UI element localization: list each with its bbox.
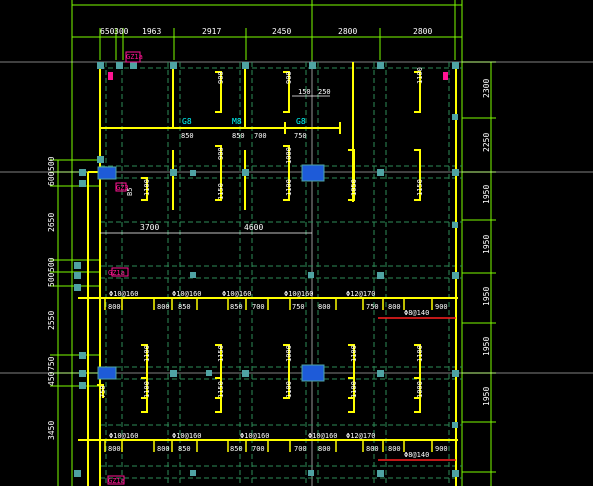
wall-label-21: 750 (99, 385, 107, 398)
slab-2-9: 800 (388, 445, 401, 453)
slab-2-6: 700 (294, 445, 307, 453)
rebar-2-6: Φ8@140 (404, 451, 429, 459)
right-dim-5: 1950 (482, 287, 491, 306)
top-dim-1: 650 (100, 27, 115, 36)
rebar-1-3: Φ10@160 (222, 290, 252, 298)
wall-label-3: 850 (181, 132, 194, 140)
span-dim-2: 250 (318, 88, 331, 96)
slab-1-8: 750 (366, 303, 379, 311)
slab-2-3: 850 (178, 445, 191, 453)
wall-label-10: 1100 (285, 179, 293, 196)
slab-2-5: 700 (252, 445, 265, 453)
top-dim-2: 300 (114, 27, 129, 36)
top-dim-4: 2917 (202, 27, 221, 36)
beam-label-3: G8 (296, 117, 306, 126)
wall-label-24: 1000 (416, 381, 424, 398)
slab-1-1: 800 (108, 303, 121, 311)
wall-label-25: 1100 (416, 67, 424, 84)
small-label-b5-1: B5 (126, 188, 134, 196)
rebar-1-5: Φ12@170 (346, 290, 376, 298)
wall-label-14: 1100 (143, 345, 151, 362)
wall-label-23: 1100 (350, 381, 358, 398)
beam-label-1: G8 (182, 117, 192, 126)
wall-label-7: 1150 (217, 183, 225, 200)
left-dim-5: 500 (47, 272, 56, 287)
slab-2-4: 850 (230, 445, 243, 453)
tag-2: GZ1a (108, 269, 125, 277)
right-dim-3: 1950 (482, 185, 491, 204)
wall-label-12: 1150 (416, 179, 424, 196)
wall-label-1: 900 (217, 71, 225, 84)
slab-1-10: 900 (435, 303, 448, 311)
slab-1-7: 800 (318, 303, 331, 311)
left-dim-2: 600 (47, 171, 56, 186)
slab-1-5: 700 (252, 303, 265, 311)
right-dim-1: 2300 (482, 79, 491, 98)
wall-label-4: 900 (217, 147, 225, 160)
rebar-1-4: Φ10@160 (284, 290, 314, 298)
rebar-1-2: Φ10@160 (172, 290, 202, 298)
wall-label-13: 750 (294, 132, 307, 140)
span-dim-4: 4600 (244, 223, 263, 232)
rebar-2-4: Φ10@160 (308, 432, 338, 440)
slab-2-1: 800 (108, 445, 121, 453)
rebar-2-5: Φ12@170 (346, 432, 376, 440)
left-dim-3: 2650 (47, 213, 56, 232)
wall-label-15: 1100 (143, 381, 151, 398)
beam-label-2: M8 (232, 117, 242, 126)
wall-label-20: 1150 (217, 345, 225, 362)
wall-label-9: 1000 (285, 147, 293, 164)
right-dim-6: 1950 (482, 337, 491, 356)
span-dim-1: 150 (298, 88, 311, 96)
slab-1-4: 850 (230, 303, 243, 311)
top-dim-7: 2800 (413, 27, 432, 36)
left-dim-9: 3450 (47, 421, 56, 440)
wall-label-17: 1000 (285, 345, 293, 362)
slab-2-7: 800 (318, 445, 331, 453)
wall-label-5: 700 (254, 132, 267, 140)
rebar-2-3: Φ10@160 (240, 432, 270, 440)
top-dim-6: 2800 (338, 27, 357, 36)
top-dim-5: 2450 (272, 27, 291, 36)
wall-label-16: 1150 (217, 381, 225, 398)
rebar-1-1: Φ10@160 (109, 290, 139, 298)
rebar-2-1: Φ10@160 (109, 432, 139, 440)
slab-1-6: 750 (292, 303, 305, 311)
slab-2-2: 800 (157, 445, 170, 453)
left-dim-8: 450 (47, 371, 56, 386)
left-dim-1: 500 (47, 156, 56, 171)
right-dim-7: 1950 (482, 387, 491, 406)
left-dim-6: 2550 (47, 311, 56, 330)
wall-label-19: 1100 (416, 345, 424, 362)
right-dim-2: 2250 (482, 133, 491, 152)
right-dim-4: 1950 (482, 235, 491, 254)
wall-label-22: 1100 (350, 345, 358, 362)
slab-1-2: 800 (157, 303, 170, 311)
slab-2-8: 800 (366, 445, 379, 453)
top-dim-3: 1963 (142, 27, 161, 36)
span-dim-3: 3700 (140, 223, 159, 232)
slab-1-9: 800 (388, 303, 401, 311)
cad-drawing: 650 300 1963 2917 2450 2800 2800 2300 22… (0, 0, 593, 486)
left-dim-7: 750 (47, 356, 56, 371)
wall-label-11: 1050 (350, 179, 358, 196)
left-dim-4: 500 (47, 257, 56, 272)
wall-label-2: 900 (285, 71, 293, 84)
rebar-1-6: Φ8@140 (404, 309, 429, 317)
wall-label-8: 1100 (143, 179, 151, 196)
tag-3: GZ1a (108, 477, 125, 485)
rebar-2-2: Φ10@160 (172, 432, 202, 440)
tag-1: GZ1a (126, 53, 143, 61)
slab-2-10: 900 (435, 445, 448, 453)
wall-label-18: 1100 (285, 381, 293, 398)
wall-label-6: 850 (232, 132, 245, 140)
slab-1-3: 850 (178, 303, 191, 311)
